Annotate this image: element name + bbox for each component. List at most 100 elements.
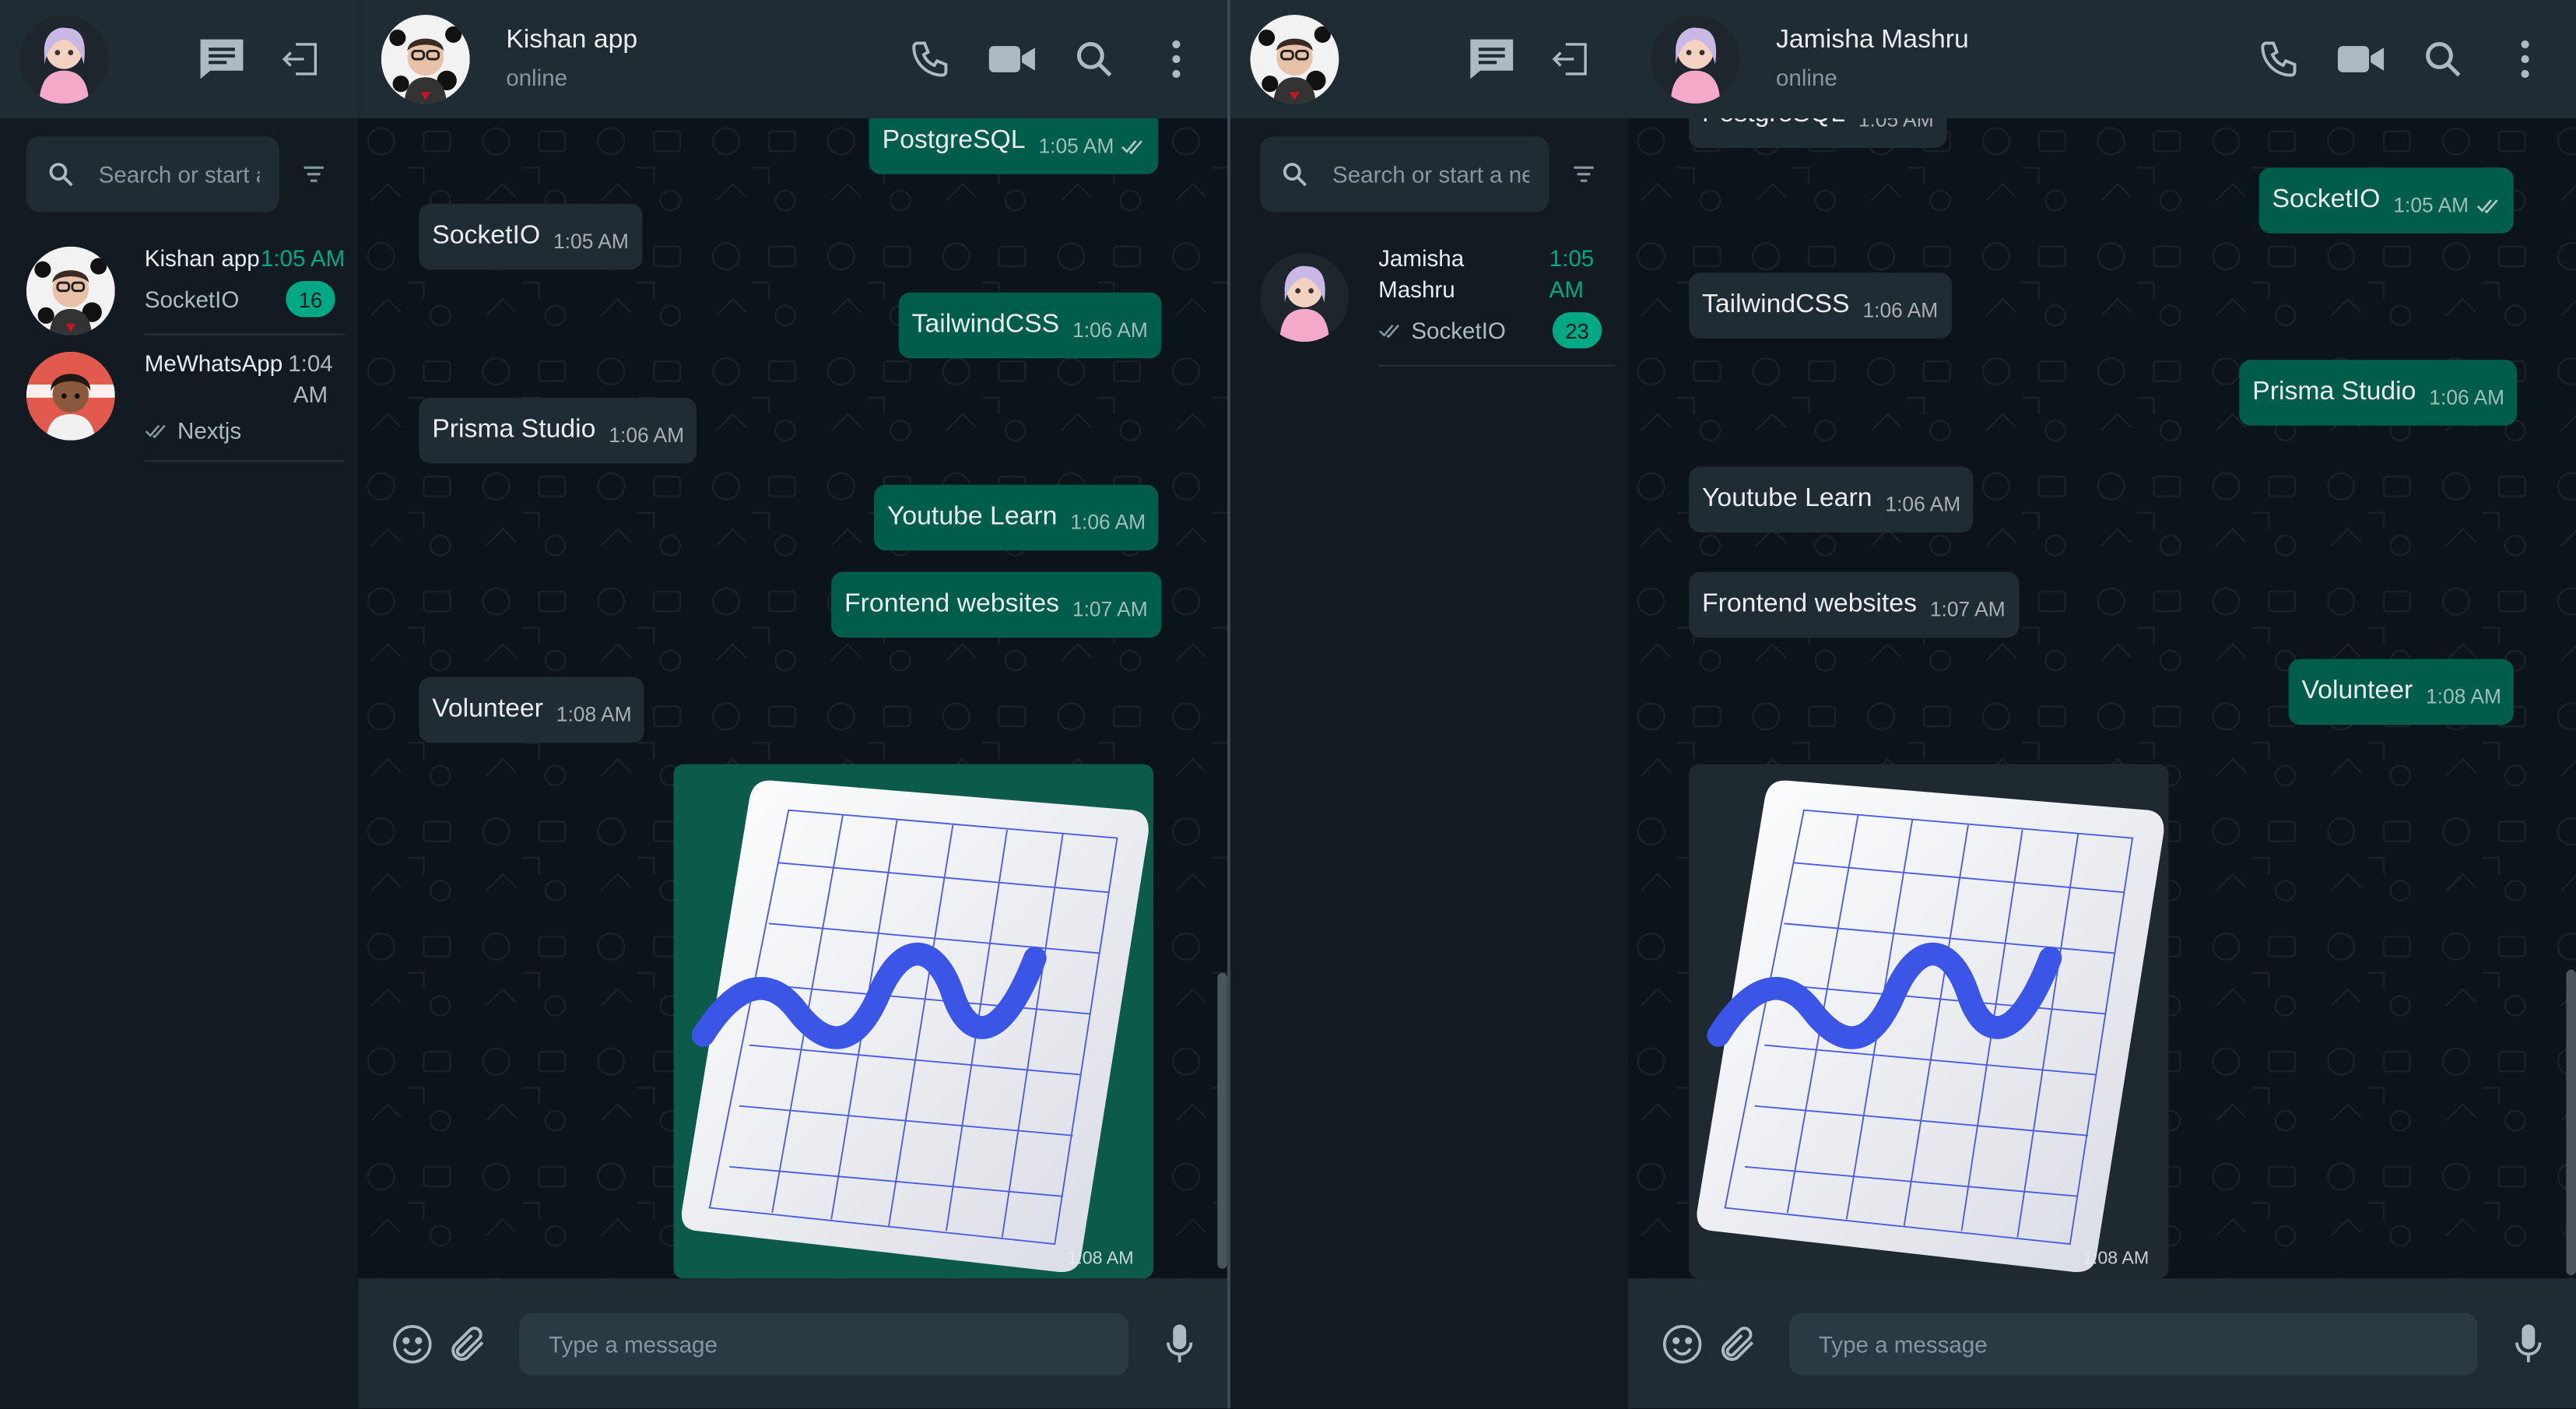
message-time: 1:08 AM — [2426, 685, 2501, 708]
conversation-panel: Kishan app online PostgreSQL 1:05 AM Soc… — [358, 0, 1227, 1409]
message-bubble[interactable]: TailwindCSS 1:06 AM — [1689, 272, 1952, 339]
chart-sticker-image — [681, 780, 1149, 1273]
chat-last-message-row: SocketIO — [1378, 317, 1506, 343]
double-check-icon — [1121, 140, 1143, 155]
message-time: 1:06 AM — [1885, 493, 1961, 516]
message-time: 1:06 AM — [1070, 511, 1146, 535]
message-text: Frontend websites — [1701, 589, 1917, 618]
chat-time: 1:05 AM — [1549, 244, 1595, 303]
chat-item-body: Kishan app 1:05 AM SocketIO 16 — [144, 243, 346, 336]
phone-icon[interactable] — [2251, 31, 2307, 87]
chat-time: 1:05 AM — [260, 244, 346, 272]
message-time: 1:06 AM — [609, 423, 685, 448]
message-bubble[interactable]: Frontend websites 1:07 AM — [831, 571, 1161, 638]
message-bubble[interactable]: TailwindCSS 1:06 AM — [898, 292, 1161, 359]
chat-name: Jamisha Mashru — [1378, 244, 1465, 303]
conversation-name: Kishan app — [506, 26, 638, 54]
video-icon[interactable] — [2333, 31, 2389, 87]
attach-icon[interactable] — [440, 1316, 497, 1372]
right-app-window: Jamisha Mashru 1:05 AM SocketIO 23 — [1230, 0, 2576, 1409]
contact-avatar — [26, 246, 115, 336]
attach-icon[interactable] — [1711, 1316, 1767, 1372]
search-input[interactable] — [98, 160, 260, 188]
message-bubble[interactable]: Youtube Learn 1:06 AM — [874, 484, 1160, 551]
message-bubble[interactable]: PostgreSQL 1:05 AM — [1689, 118, 1947, 148]
message-time: 1:08 AM — [1067, 1249, 1134, 1269]
scrollbar-thumb[interactable] — [2566, 969, 2576, 1276]
unread-badge: 16 — [286, 280, 335, 318]
logout-icon[interactable] — [1542, 31, 1599, 87]
emoji-icon[interactable] — [384, 1316, 440, 1372]
chat-last-message-row: Nextjs — [145, 417, 241, 444]
search-icon[interactable] — [2415, 31, 2471, 87]
image-message[interactable]: 1:08 AM — [673, 764, 1153, 1279]
message-time: 1:05 AM — [1858, 118, 1934, 132]
message-bubble[interactable]: SocketIO 1:05 AM — [419, 203, 642, 270]
my-avatar[interactable] — [1250, 14, 1339, 104]
message-list[interactable]: PostgreSQL 1:05 AM SocketIO 1:05 AM Tail… — [1628, 118, 2576, 1279]
sidebar-header — [0, 0, 359, 118]
contact-avatar[interactable] — [1651, 14, 1740, 104]
my-avatar[interactable] — [19, 14, 109, 104]
message-bubble[interactable]: SocketIO 1:05 AM — [2258, 167, 2514, 234]
mic-icon[interactable] — [2501, 1316, 2557, 1372]
video-icon[interactable] — [984, 31, 1040, 87]
search-icon — [1283, 163, 1307, 187]
message-bubble[interactable]: Volunteer 1:08 AM — [419, 676, 645, 743]
contact-avatar — [26, 351, 115, 441]
sidebar-header — [1230, 0, 1629, 118]
message-text: SocketIO — [432, 221, 541, 250]
scrollbar-thumb[interactable] — [1217, 972, 1227, 1269]
message-input[interactable] — [549, 1330, 1100, 1357]
message-bubble[interactable]: PostgreSQL 1:05 AM — [869, 118, 1159, 174]
chat-time: 1:04 AM — [288, 350, 333, 408]
message-composer — [358, 1278, 1227, 1409]
message-text: SocketIO — [2272, 185, 2381, 214]
chat-list-item[interactable]: Kishan app 1:05 AM SocketIO 16 — [0, 230, 358, 336]
message-bubble[interactable]: Youtube Learn 1:06 AM — [1689, 466, 1974, 532]
message-time: 1:06 AM — [2429, 386, 2505, 409]
chat-item-body: Jamisha Mashru 1:05 AM SocketIO 23 — [1378, 243, 1616, 367]
sidebar: Kishan app 1:05 AM SocketIO 16 MeWhatsAp… — [0, 0, 359, 1409]
phone-icon[interactable] — [902, 31, 958, 87]
message-time: 1:06 AM — [1862, 299, 1939, 322]
contact-avatar[interactable] — [381, 14, 470, 104]
double-check-icon — [1379, 324, 1399, 339]
message-text: Volunteer — [432, 694, 543, 723]
chat-icon[interactable] — [1464, 31, 1520, 87]
chat-item-body: MeWhatsApp 1:04 AM Nextjs — [144, 349, 346, 462]
double-check-icon — [2476, 199, 2497, 214]
chat-icon[interactable] — [194, 31, 250, 87]
message-text: Youtube Learn — [1701, 484, 1872, 513]
message-time: 1:05 AM — [2393, 194, 2469, 217]
search-input[interactable] — [1332, 160, 1530, 188]
filter-icon[interactable] — [1556, 146, 1612, 202]
logout-icon[interactable] — [272, 31, 328, 87]
chat-list-item[interactable]: MeWhatsApp 1:04 AM Nextjs — [0, 336, 358, 462]
message-list[interactable]: PostgreSQL 1:05 AM SocketIO 1:05 AM Tail… — [358, 118, 1227, 1279]
message-input[interactable] — [1818, 1330, 2448, 1357]
message-bubble[interactable]: Volunteer 1:08 AM — [2288, 659, 2515, 725]
search-icon[interactable] — [1066, 31, 1122, 87]
message-text: PostgreSQL — [882, 126, 1026, 155]
message-composer — [1628, 1278, 2576, 1409]
menu-dots-icon[interactable] — [2497, 31, 2553, 87]
message-text: TailwindCSS — [1701, 290, 1850, 319]
image-message[interactable]: 1:08 AM — [1689, 764, 2169, 1279]
conversation-panel: Jamisha Mashru online PostgreSQL 1 — [1628, 0, 2576, 1409]
conversation-name: Jamisha Mashru — [1775, 26, 1969, 54]
emoji-icon[interactable] — [1655, 1316, 1711, 1372]
mic-icon[interactable] — [1152, 1316, 1208, 1372]
search-row — [1230, 118, 1628, 230]
message-bubble[interactable]: Frontend websites 1:07 AM — [1689, 571, 2019, 638]
conversation-status: online — [506, 64, 568, 91]
chat-list-item[interactable]: Jamisha Mashru 1:05 AM SocketIO 23 — [1230, 230, 1628, 367]
message-bubble[interactable]: Prisma Studio 1:06 AM — [2239, 360, 2518, 426]
message-text: TailwindCSS — [911, 310, 1060, 339]
menu-dots-icon[interactable] — [1149, 31, 1205, 87]
chat-name: Kishan app — [144, 244, 260, 272]
message-bubble[interactable]: Prisma Studio 1:06 AM — [419, 397, 698, 464]
unread-badge: 23 — [1552, 312, 1602, 349]
search-box — [1260, 136, 1549, 213]
filter-icon[interactable] — [286, 146, 342, 202]
